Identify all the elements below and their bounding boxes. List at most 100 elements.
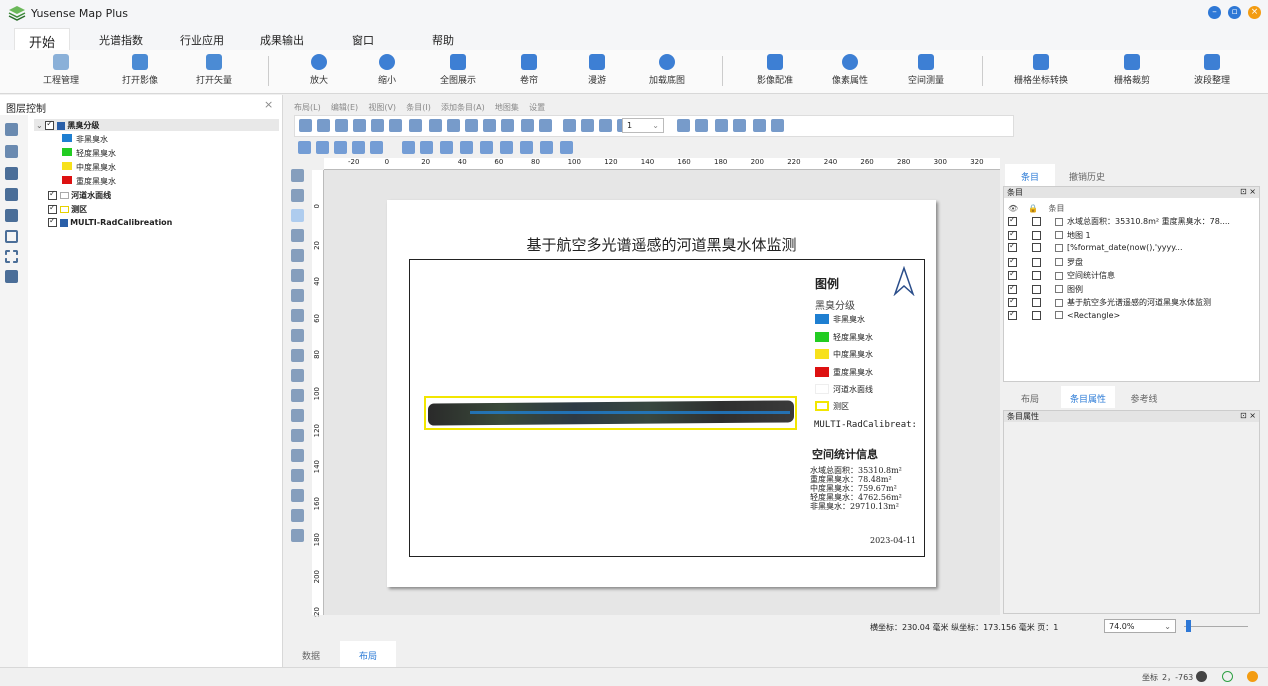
item-visible-checkbox[interactable] [1008, 256, 1017, 267]
tab-layout[interactable]: 布局 [1005, 386, 1055, 408]
layout-tool-icon[interactable] [440, 141, 453, 154]
layout-menu-item[interactable]: 地图集 [495, 103, 519, 112]
item-visible-checkbox[interactable] [1008, 309, 1017, 320]
item-row[interactable]: 罗盘 [1008, 256, 1083, 269]
item-lock-checkbox[interactable] [1032, 257, 1041, 267]
item-lock-checkbox[interactable] [1032, 284, 1041, 294]
layer-checkbox[interactable] [45, 119, 55, 130]
project-manage-button[interactable]: 工程管理 [38, 54, 84, 92]
collapse-arrow-icon[interactable]: ⌄ [36, 121, 43, 130]
layout-side-tool-icon[interactable] [291, 429, 304, 442]
layout-tool-icon[interactable] [402, 141, 415, 154]
layout-tool-icon[interactable] [560, 141, 573, 154]
layout-side-tool-icon[interactable] [291, 529, 304, 542]
style-icon[interactable] [5, 209, 18, 222]
layout-tool-icon[interactable] [733, 119, 746, 132]
layer-checkbox[interactable] [48, 203, 57, 214]
band-organize-button[interactable]: 波段整理 [1190, 54, 1234, 92]
layout-menu-item[interactable]: 编辑(E) [331, 103, 358, 112]
items-panel-close-button[interactable]: ⊡ × [1240, 187, 1256, 196]
layout-menu-item[interactable]: 添加条目(A) [441, 103, 485, 112]
item-lock-checkbox[interactable] [1032, 298, 1041, 307]
layout-tool-icon[interactable] [540, 141, 553, 154]
tab-item-properties[interactable]: 条目属性 [1061, 386, 1115, 408]
layout-side-tool-icon[interactable] [291, 349, 304, 362]
properties-panel-close-button[interactable]: ⊡ × [1240, 411, 1256, 420]
layout-tool-icon[interactable] [316, 141, 329, 154]
layout-tool-icon[interactable] [581, 119, 594, 132]
tab-undo-history[interactable]: 撤销历史 [1059, 164, 1115, 186]
layout-side-tool-icon[interactable] [291, 469, 304, 482]
menu-window[interactable]: 窗口 [352, 32, 374, 48]
item-row[interactable]: 图例 [1008, 283, 1083, 296]
zoom-select[interactable]: 74.0% ⌄ [1104, 619, 1176, 633]
layout-tool-icon[interactable] [520, 141, 533, 154]
layout-tool-icon[interactable] [353, 119, 366, 132]
layout-tool-icon[interactable] [521, 119, 534, 132]
page-selector[interactable]: 1 ⌄ [622, 118, 664, 133]
layout-tool-icon[interactable] [298, 141, 311, 154]
item-visible-checkbox[interactable] [1008, 229, 1017, 240]
layout-side-tool-icon[interactable] [291, 409, 304, 422]
layout-tool-icon[interactable] [677, 119, 690, 132]
layout-tool-icon[interactable] [409, 119, 422, 132]
layout-tool-icon[interactable] [420, 141, 433, 154]
spatial-measure-button[interactable]: 空间测量 [904, 54, 948, 92]
item-visible-checkbox[interactable] [1008, 283, 1017, 294]
layout-side-tool-icon[interactable] [291, 329, 304, 342]
layout-side-tool-icon[interactable] [291, 389, 304, 402]
item-lock-checkbox[interactable] [1032, 310, 1041, 320]
item-row[interactable]: <Rectangle> [1008, 309, 1120, 323]
copy-layer-icon[interactable] [5, 270, 18, 283]
pixel-info-button[interactable]: 像素属性 [828, 54, 872, 92]
menu-help[interactable]: 帮助 [432, 32, 454, 48]
layer-checkbox[interactable] [48, 216, 57, 227]
georeference-button[interactable]: 影像配准 [754, 54, 796, 92]
layout-tool-icon[interactable] [500, 141, 513, 154]
layout-tool-icon[interactable] [299, 119, 312, 132]
layout-page[interactable]: 基于航空多光谱遥感的河道黑臭水体监测 图例 黑臭分级 非黑臭水 轻度黑臭水 中度… [387, 200, 936, 587]
layer-row-survey-area[interactable]: 测区 [48, 203, 87, 215]
layer-checkbox[interactable] [48, 189, 57, 200]
menu-spectral-index[interactable]: 光谱指数 [99, 32, 143, 48]
tab-layout-view[interactable]: 布局 [340, 641, 396, 667]
raster-transform-button[interactable]: 栅格坐标转换 [1012, 54, 1070, 92]
layout-tool-icon[interactable] [501, 119, 514, 132]
layout-side-tool-icon[interactable] [291, 289, 304, 302]
pan-button[interactable]: 漫游 [582, 54, 612, 92]
layout-side-tool-icon[interactable] [291, 249, 304, 262]
menu-start[interactable]: 开始 [14, 28, 71, 51]
expand-all-icon[interactable] [5, 230, 18, 243]
add-layer-icon[interactable] [5, 145, 18, 158]
item-lock-checkbox[interactable] [1032, 217, 1041, 226]
layout-side-tool-icon[interactable] [291, 229, 304, 242]
layout-tool-icon[interactable] [539, 119, 552, 132]
layout-tool-icon[interactable] [695, 119, 708, 132]
layout-tool-icon[interactable] [370, 141, 383, 154]
zoom-in-button[interactable]: 放大 [302, 54, 336, 92]
tab-guides[interactable]: 参考线 [1117, 386, 1171, 408]
layout-tool-icon[interactable] [429, 119, 442, 132]
layout-tool-icon[interactable] [753, 119, 766, 132]
menu-industry[interactable]: 行业应用 [180, 32, 224, 48]
layout-menu-item[interactable]: 视图(V) [368, 103, 396, 112]
layout-menu-item[interactable]: 条目(I) [406, 103, 431, 112]
item-lock-checkbox[interactable] [1032, 243, 1041, 252]
item-visible-checkbox[interactable] [1008, 241, 1017, 252]
layout-tool-icon[interactable] [480, 141, 493, 154]
layout-tool-icon[interactable] [334, 141, 347, 154]
load-basemap-button[interactable]: 加载底图 [646, 54, 688, 92]
full-extent-button[interactable]: 全图展示 [436, 54, 480, 92]
close-window-button[interactable]: × [1248, 6, 1261, 19]
zoom-out-button[interactable]: 缩小 [370, 54, 404, 92]
layout-side-tool-icon[interactable] [291, 209, 304, 222]
maximize-button[interactable]: ▫ [1228, 6, 1241, 19]
add-data-icon[interactable] [5, 123, 18, 136]
layer-row-river[interactable]: 河道水面线 [48, 189, 111, 201]
layout-tool-icon[interactable] [483, 119, 496, 132]
layout-tool-icon[interactable] [317, 119, 330, 132]
swipe-button[interactable]: 卷帘 [514, 54, 544, 92]
layout-tool-icon[interactable] [371, 119, 384, 132]
layout-side-tool-icon[interactable] [291, 169, 304, 182]
download-icon[interactable] [1222, 671, 1233, 682]
